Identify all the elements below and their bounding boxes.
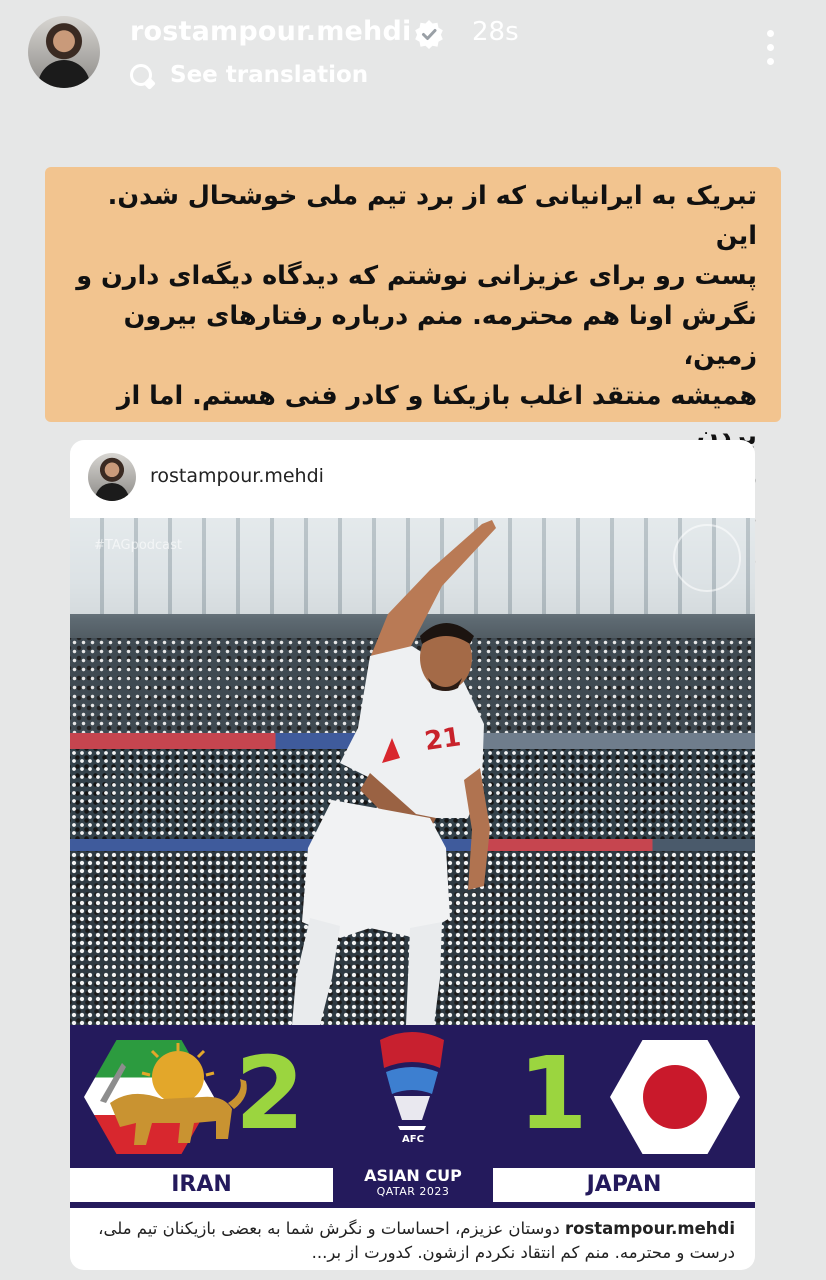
scoreboard: 2 AFC 1 xyxy=(70,1025,755,1168)
celebrating-player: 21 xyxy=(292,520,496,1025)
away-team-name: JAPAN xyxy=(493,1168,755,1202)
post-caption-username[interactable]: rostampour.mehdi xyxy=(565,1219,735,1238)
away-score: 1 xyxy=(518,1035,588,1152)
story-username[interactable]: rostampour.mehdi xyxy=(130,16,411,47)
home-team-name: IRAN xyxy=(70,1168,333,1202)
team-names-row: IRAN ASIAN CUP QATAR 2023 JAPAN xyxy=(70,1168,755,1208)
see-translation-label: See translation xyxy=(170,62,369,88)
see-translation-button[interactable]: See translation xyxy=(130,60,368,90)
japan-flag-icon xyxy=(610,1040,740,1154)
post-photo[interactable]: #TAGpodcast 21 xyxy=(70,518,755,1025)
home-score: 2 xyxy=(235,1035,305,1152)
more-options-icon[interactable] xyxy=(760,30,780,70)
story-header: rostampour.mehdi 28s See translation xyxy=(0,0,826,110)
lion-and-sun-emblem-icon xyxy=(100,1043,247,1145)
asian-cup-trophy-logo-icon xyxy=(380,1032,444,1130)
post-caption[interactable]: rostampour.mehdi دوستان عزیزم، احساسات و… xyxy=(86,1217,735,1265)
story-caption-box: تبریک به ایرانیانی که از برد تیم ملی خوش… xyxy=(45,167,781,571)
tournament-title: ASIAN CUP QATAR 2023 xyxy=(333,1168,493,1200)
profile-avatar[interactable] xyxy=(28,16,100,88)
jersey-number: 21 xyxy=(423,722,463,757)
shared-post-card[interactable]: rostampour.mehdi #TAGpodcast 21 2 AFC 1 … xyxy=(70,440,755,1270)
tournament-subtitle: QATAR 2023 xyxy=(376,1185,450,1198)
post-avatar[interactable] xyxy=(88,453,136,501)
post-username[interactable]: rostampour.mehdi xyxy=(150,465,324,487)
translation-icon xyxy=(130,64,152,86)
story-time: 28s xyxy=(472,17,519,47)
tournament-name: ASIAN CUP xyxy=(364,1166,462,1185)
afc-label: AFC xyxy=(402,1134,424,1145)
verified-badge-icon xyxy=(415,20,443,49)
